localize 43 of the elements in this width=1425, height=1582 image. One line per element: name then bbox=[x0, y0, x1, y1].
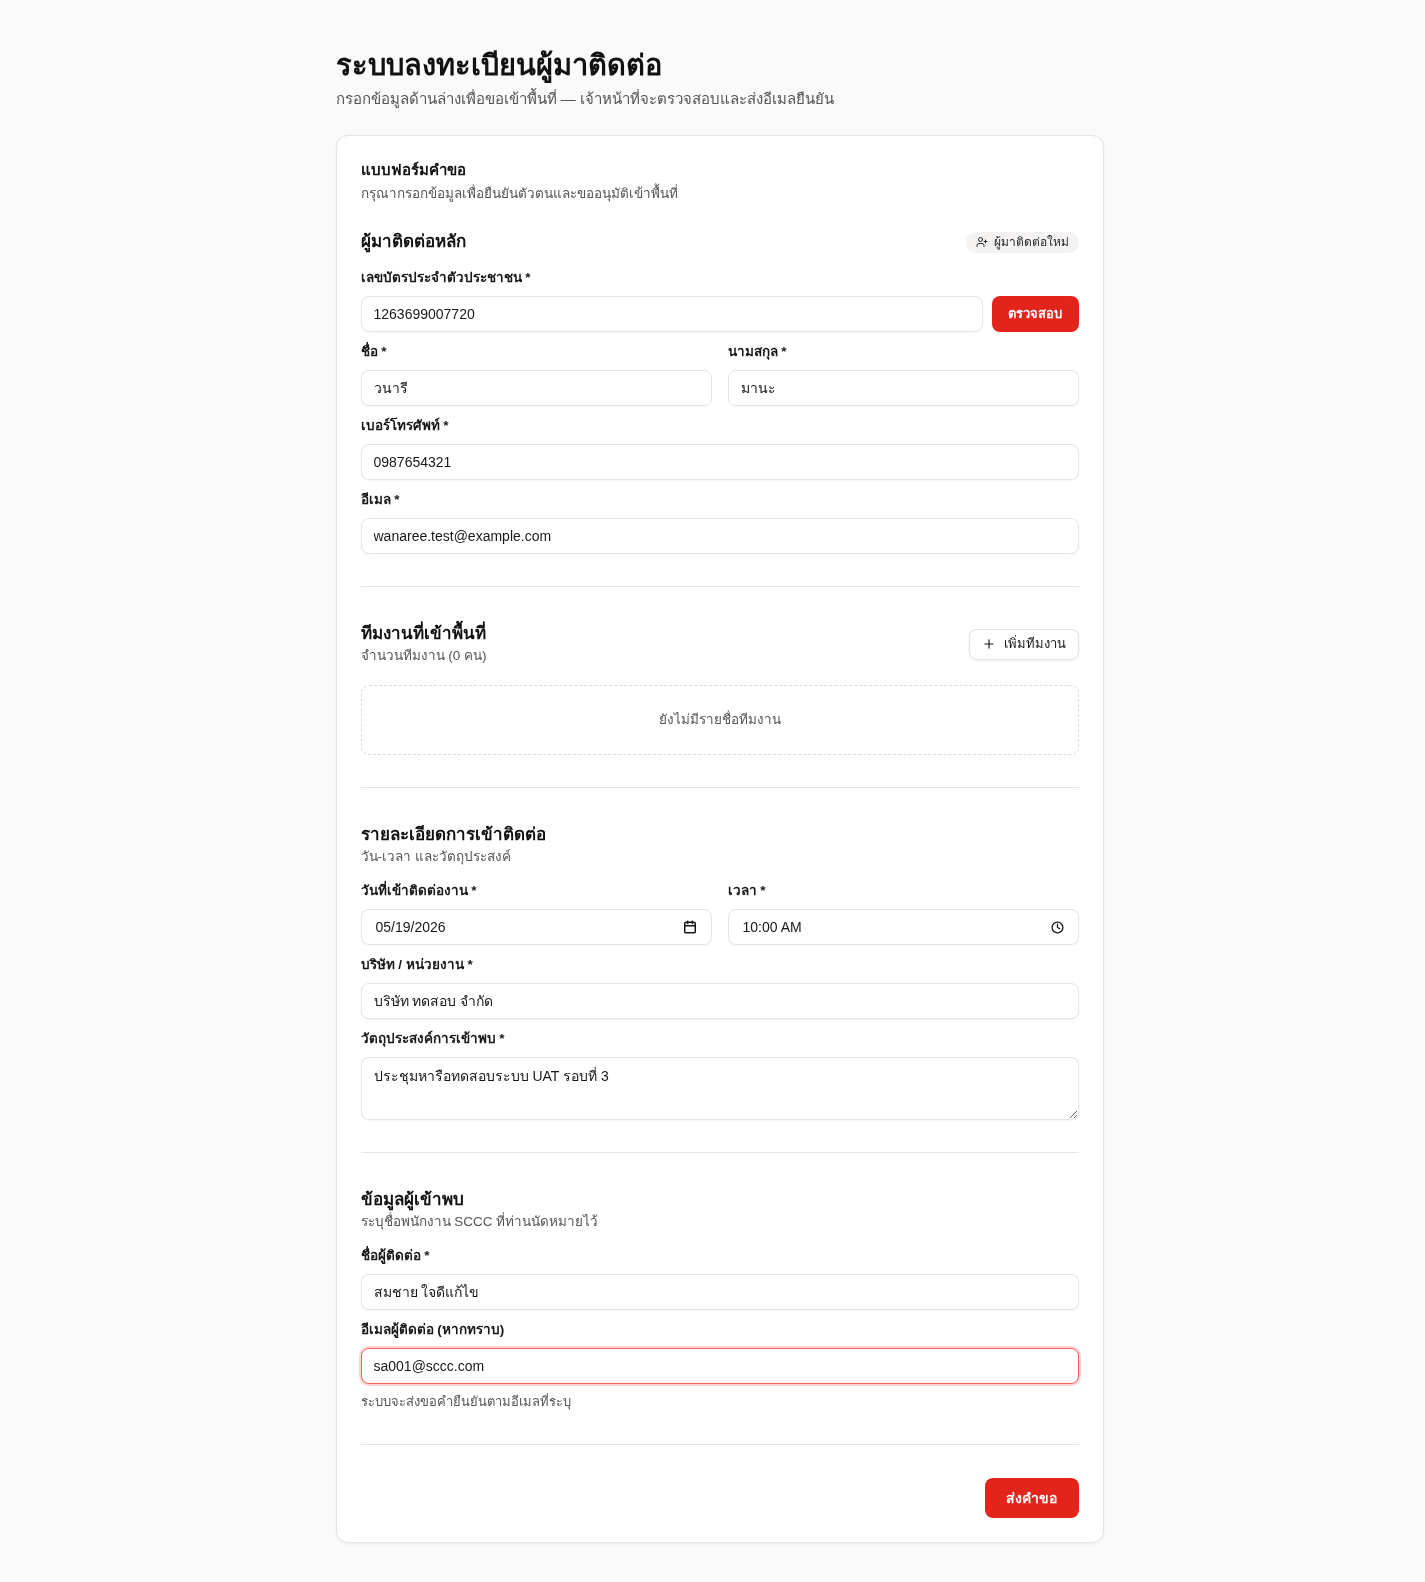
section-title: ผู้มาติดต่อหลัก bbox=[360, 231, 466, 254]
field-label: อีเมลผู้ติดต่อ (หากทราบ) bbox=[360, 1321, 506, 1340]
text-input[interactable]: วนารี bbox=[360, 370, 712, 406]
section-subtitle: วัน-เวลา และวัตถุประสงค์ bbox=[360, 848, 512, 867]
user-plus-icon bbox=[975, 236, 988, 248]
text-input[interactable]: บริษัท ทดสอบ จำกัด bbox=[360, 983, 1079, 1019]
text-input[interactable]: สมชาย ใจดีแก้ไข bbox=[360, 1274, 1079, 1310]
text-input[interactable]: sa001@sccc.com bbox=[360, 1348, 1079, 1384]
field-label: ชื่อ * bbox=[360, 342, 388, 361]
field-label: เลขบัตรประจำตัวประชาชน * bbox=[360, 269, 532, 287]
section-title: ทีมงานที่เข้าพื้นที่ bbox=[360, 622, 487, 646]
field-label: เบอร์โทรศัพท์ * bbox=[360, 416, 450, 435]
add-team-button[interactable]: เพิ่มทีมงาน bbox=[968, 628, 1079, 660]
field-label: วันที่เข้าติดต่องาน * bbox=[360, 881, 478, 900]
clock-icon[interactable] bbox=[1050, 920, 1064, 934]
text-input[interactable]: 1263699007720 bbox=[360, 296, 983, 332]
form-title: แบบฟอร์มคำขอ bbox=[360, 160, 467, 180]
empty-message: ยังไม่มีรายชื่อทีมงาน bbox=[658, 709, 781, 729]
page-subtitle: กรอกข้อมูลด้านล่างเพื่อขอเข้าพื้นที่ — เจ้าหน้าที่จะตรวจสอบและส่งอีเมลยืนยัน bbox=[335, 87, 835, 110]
field-label: นามสกุล * bbox=[727, 343, 788, 362]
helper-text: ระบบจะส่งขอคำยืนยันตามอีเมลที่ระบุ bbox=[360, 1392, 572, 1412]
field-label: ชื่อผู้ติดต่อ * bbox=[360, 1246, 431, 1266]
text-input[interactable]: 0987654321 bbox=[360, 444, 1079, 480]
section-title: รายละเอียดการเข้าติดต่อ bbox=[360, 824, 546, 846]
field-label: วัตถุประสงค์การเข้าพบ * bbox=[360, 1029, 506, 1049]
textarea-input[interactable]: ประชุมหารือทดสอบระบบ UAT รอบที่ 3 bbox=[360, 1057, 1079, 1120]
field-label: เวลา * bbox=[727, 882, 767, 900]
section-subtitle: ระบุชื่อพนักงาน SCCC ที่ท่านนัดหมายไว้ bbox=[360, 1212, 599, 1232]
calendar-icon[interactable] bbox=[682, 920, 697, 934]
verify-button[interactable]: ตรวจสอบ bbox=[991, 296, 1079, 332]
section-title: ข้อมูลผู้เข้าพบ bbox=[360, 1189, 465, 1212]
plus-icon bbox=[981, 637, 996, 651]
form-description: กรุณากรอกข้อมูลเพื่อยืนยันตัวตนและขออนุมัติเข้าพื้นที่ bbox=[360, 184, 1079, 204]
field-label: บริษัท / หน่วยงาน * bbox=[360, 956, 474, 974]
status-badge: ผู้มาติดต่อใหม่ bbox=[965, 231, 1079, 253]
field-label: อีเมล * bbox=[360, 491, 401, 509]
page-title: ระบบลงทะเบียนผู้มาติดต่อ bbox=[335, 48, 663, 85]
time-input[interactable]: 10:00 AM bbox=[727, 909, 1079, 945]
text-input[interactable]: wanaree.test@example.com bbox=[360, 518, 1079, 554]
date-input[interactable]: 05/19/2026 bbox=[360, 909, 712, 945]
text-input[interactable]: มานะ bbox=[727, 370, 1079, 406]
section-subtitle: จำนวนทีมงาน (0 คน) bbox=[360, 647, 487, 665]
submit-button[interactable]: ส่งคำขอ bbox=[984, 1478, 1079, 1518]
